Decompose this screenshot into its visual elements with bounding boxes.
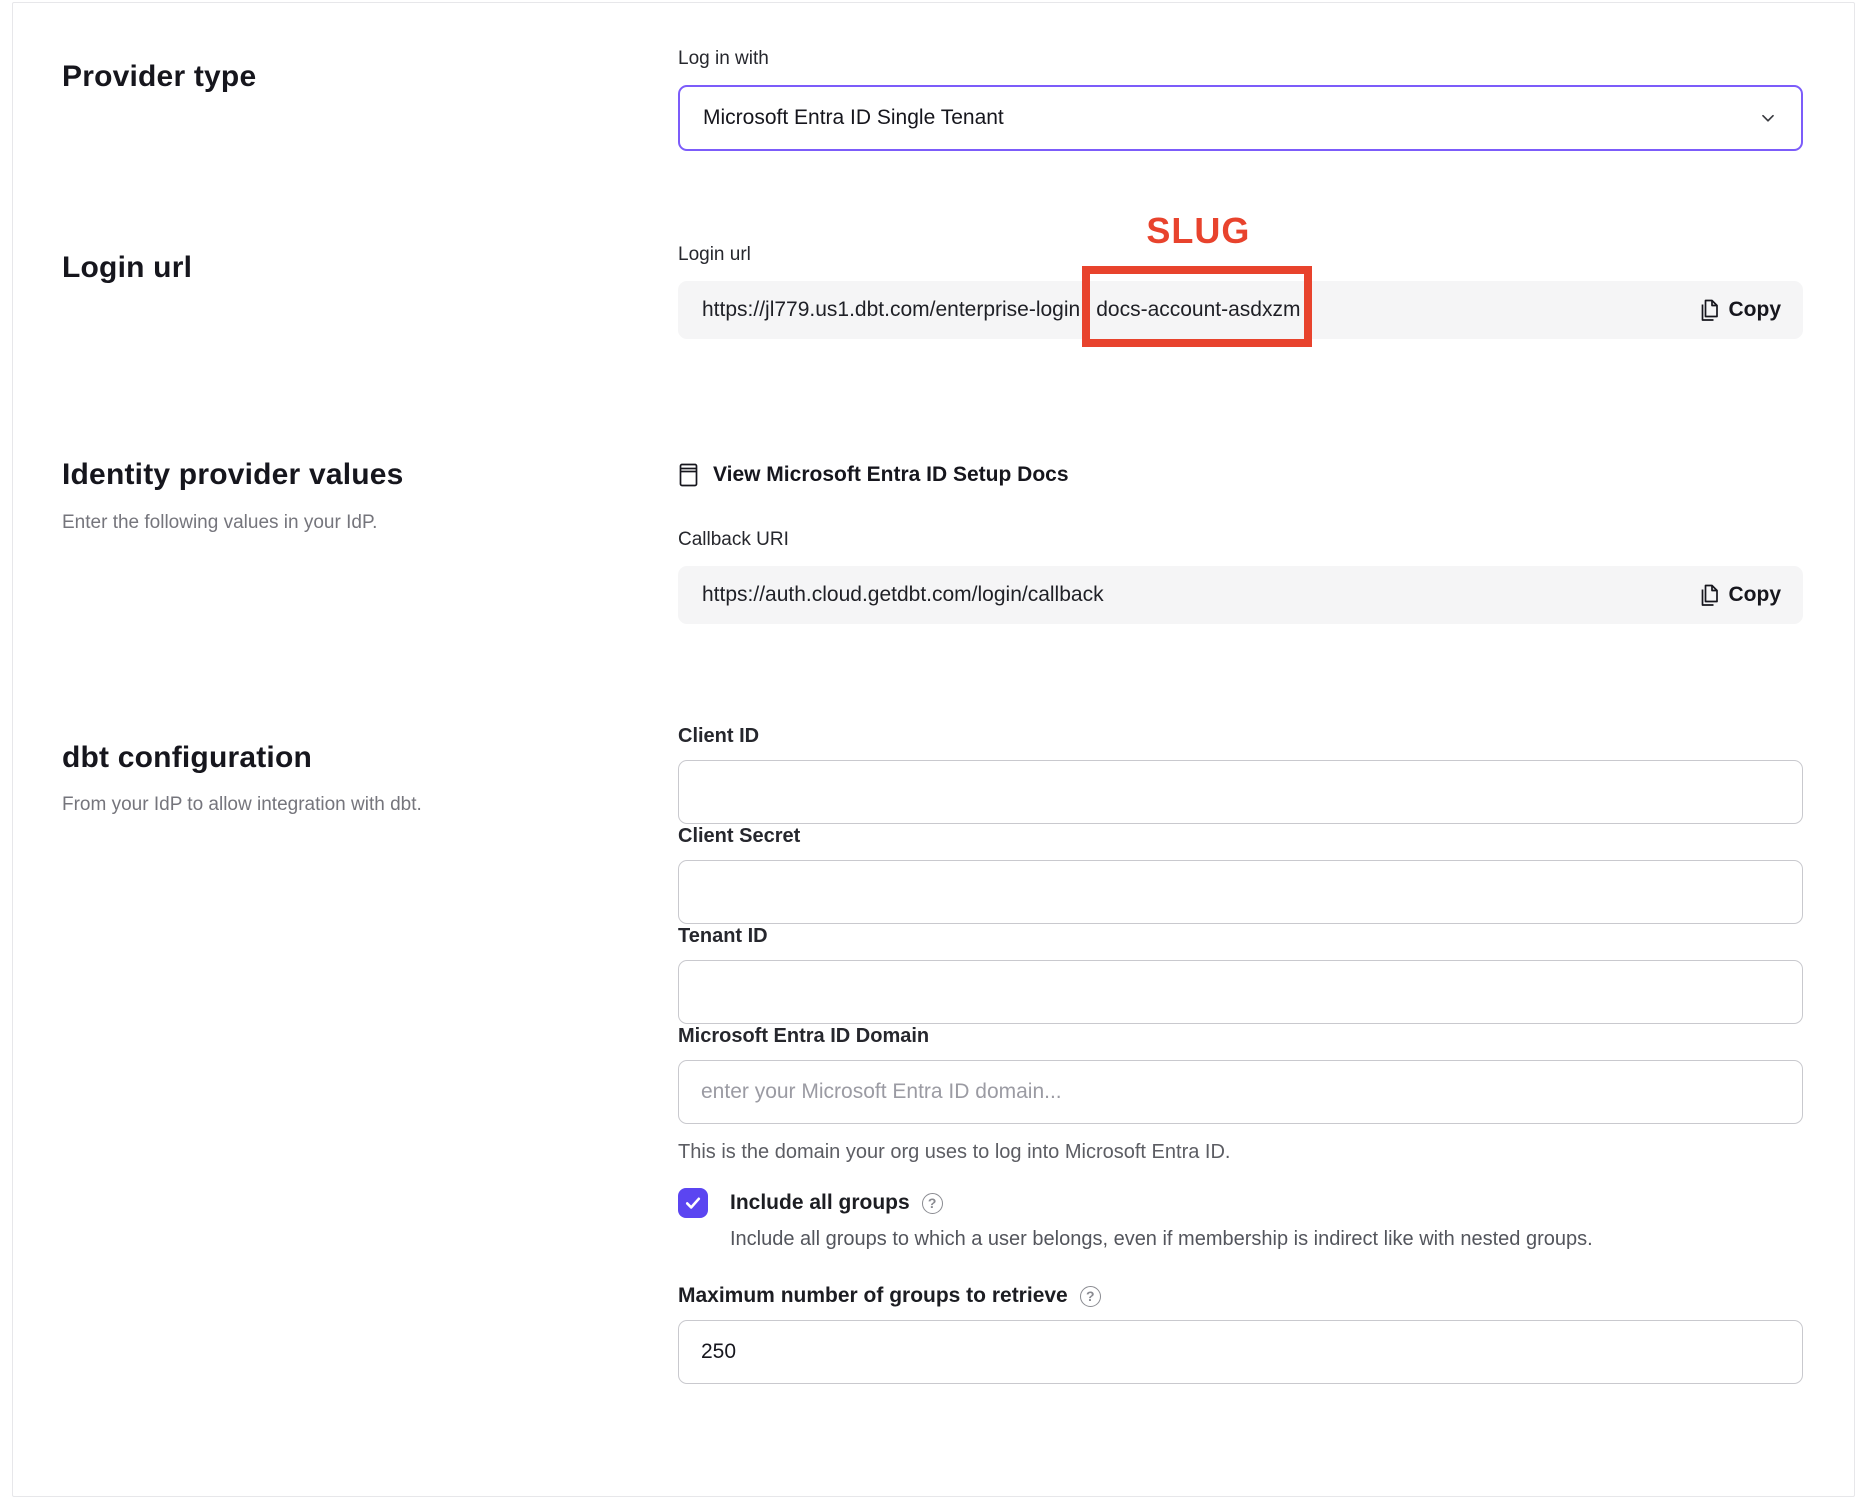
setup-docs-link[interactable]: View Microsoft Entra ID Setup Docs bbox=[678, 462, 1069, 488]
login-url-field: https://jl779.us1.dbt.com/enterprise-log… bbox=[678, 281, 1803, 339]
identity-provider-subtitle: Enter the following values in your IdP. bbox=[62, 511, 678, 535]
login-url-right: Login url https://jl779.us1.dbt.com/ente… bbox=[678, 243, 1803, 339]
dbt-configuration-left: dbt configuration From your IdP to allow… bbox=[62, 724, 678, 1384]
callback-uri-field: https://auth.cloud.getdbt.com/login/call… bbox=[678, 566, 1803, 624]
provider-type-left: Provider type bbox=[62, 47, 678, 151]
login-url-prefix: https://jl779.us1.dbt.com/enterprise-log… bbox=[702, 298, 1080, 321]
login-url-slug: docs-account-asdxzm bbox=[1096, 298, 1300, 321]
max-groups-label: Maximum number of groups to retrieve bbox=[678, 1282, 1068, 1310]
callback-uri-copy-button[interactable]: Copy bbox=[1698, 583, 1782, 608]
callback-uri-label: Callback URI bbox=[678, 528, 1803, 552]
copy-button-label: Copy bbox=[1729, 583, 1782, 607]
provider-select-value: Microsoft Entra ID Single Tenant bbox=[703, 106, 1004, 130]
client-secret-label: Client Secret bbox=[678, 825, 800, 847]
client-secret-input[interactable] bbox=[678, 860, 1803, 924]
include-all-groups-title: Include all groups ? bbox=[730, 1188, 943, 1218]
tenant-id-label: Tenant ID bbox=[678, 925, 768, 947]
tenant-id-input[interactable] bbox=[678, 960, 1803, 1024]
login-url-value: https://jl779.us1.dbt.com/enterprise-log… bbox=[702, 298, 1300, 322]
max-groups-title: Maximum number of groups to retrieve ? bbox=[678, 1282, 1803, 1310]
sso-settings-card: Provider type Log in with Microsoft Entr… bbox=[12, 2, 1855, 1497]
dbt-configuration-right: Client ID Client Secret Tenant ID Micros… bbox=[678, 724, 1803, 1384]
provider-type-right: Log in with Microsoft Entra ID Single Te… bbox=[678, 47, 1803, 151]
login-url-slug-wrap: SLUGdocs-account-asdxzm bbox=[1096, 298, 1300, 322]
entra-domain-helper: This is the domain your org uses to log … bbox=[678, 1140, 1803, 1164]
include-all-groups-row: Include all groups ? bbox=[678, 1188, 1803, 1218]
help-icon[interactable]: ? bbox=[922, 1193, 943, 1214]
include-all-groups-description: Include all groups to which a user belon… bbox=[730, 1226, 1803, 1252]
slug-annotation-label: SLUG bbox=[1146, 210, 1250, 252]
dbt-configuration-row: dbt configuration From your IdP to allow… bbox=[62, 724, 1803, 1384]
max-groups-input[interactable] bbox=[678, 1320, 1803, 1384]
client-id-label: Client ID bbox=[678, 725, 759, 747]
setup-docs-link-label: View Microsoft Entra ID Setup Docs bbox=[713, 463, 1069, 487]
copy-icon bbox=[1698, 583, 1720, 608]
identity-provider-right: View Microsoft Entra ID Setup Docs Callb… bbox=[678, 456, 1803, 624]
checkmark-icon bbox=[683, 1193, 703, 1213]
identity-provider-left: Identity provider values Enter the follo… bbox=[62, 456, 678, 624]
include-all-groups-checkbox[interactable] bbox=[678, 1188, 708, 1218]
provider-type-heading: Provider type bbox=[62, 58, 678, 96]
login-url-left: Login url bbox=[62, 243, 678, 339]
provider-type-row: Provider type Log in with Microsoft Entr… bbox=[62, 47, 1803, 151]
login-url-row: Login url Login url https://jl779.us1.db… bbox=[62, 243, 1803, 339]
entra-domain-input[interactable] bbox=[678, 1060, 1803, 1124]
provider-select[interactable]: Microsoft Entra ID Single Tenant bbox=[678, 85, 1803, 151]
client-id-input[interactable] bbox=[678, 760, 1803, 824]
callback-uri-value: https://auth.cloud.getdbt.com/login/call… bbox=[702, 583, 1104, 607]
chevron-down-icon bbox=[1757, 107, 1779, 129]
copy-icon bbox=[1698, 298, 1720, 323]
document-icon bbox=[678, 462, 699, 488]
entra-domain-label: Microsoft Entra ID Domain bbox=[678, 1025, 929, 1047]
dbt-configuration-subtitle: From your IdP to allow integration with … bbox=[62, 793, 678, 817]
identity-provider-row: Identity provider values Enter the follo… bbox=[62, 456, 1803, 624]
include-all-groups-label: Include all groups bbox=[730, 1188, 910, 1218]
login-url-heading: Login url bbox=[62, 249, 678, 287]
login-with-label: Log in with bbox=[678, 47, 1803, 71]
identity-provider-heading: Identity provider values bbox=[62, 456, 678, 494]
help-icon[interactable]: ? bbox=[1080, 1286, 1101, 1307]
login-url-copy-button[interactable]: Copy bbox=[1698, 298, 1782, 323]
dbt-configuration-heading: dbt configuration bbox=[62, 739, 678, 777]
copy-button-label: Copy bbox=[1729, 298, 1782, 322]
